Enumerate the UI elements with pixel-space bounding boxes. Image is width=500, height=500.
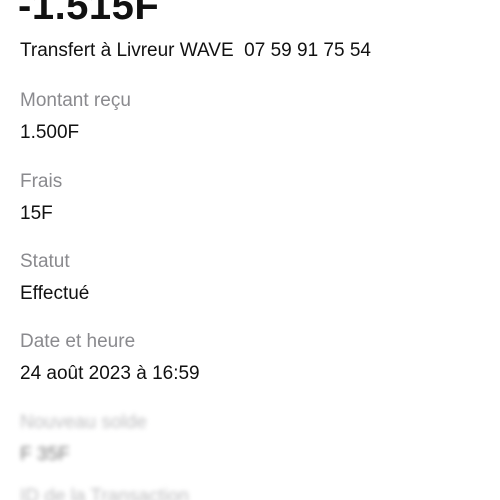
- transaction-description: Transfert à Livreur WAVE 07 59 91 75 54: [20, 40, 371, 61]
- received-amount-value: 1.500F: [20, 122, 80, 143]
- received-amount-label: Montant reçu: [20, 90, 131, 111]
- transaction-amount: -1.515F: [18, 0, 160, 28]
- fees-field: Frais 15F: [20, 170, 480, 226]
- new-balance-label: Nouveau solde: [20, 412, 147, 433]
- status-value: Effectué: [20, 283, 90, 304]
- transaction-id-label: ID de la Transaction: [20, 486, 189, 500]
- new-balance-value: F 35F: [20, 444, 70, 465]
- datetime-value: 24 août 2023 à 16:59: [20, 363, 200, 384]
- status-label: Statut: [20, 251, 70, 272]
- fees-label: Frais: [20, 171, 63, 192]
- transaction-id-field: ID de la Transaction: [20, 485, 480, 500]
- datetime-label: Date et heure: [20, 331, 136, 352]
- status-field: Statut Effectué: [20, 250, 480, 306]
- new-balance-field: Nouveau solde F 35F: [20, 411, 480, 467]
- datetime-field: Date et heure 24 août 2023 à 16:59: [20, 330, 480, 386]
- fees-value: 15F: [20, 203, 53, 224]
- received-amount-field: Montant reçu 1.500F: [20, 89, 480, 145]
